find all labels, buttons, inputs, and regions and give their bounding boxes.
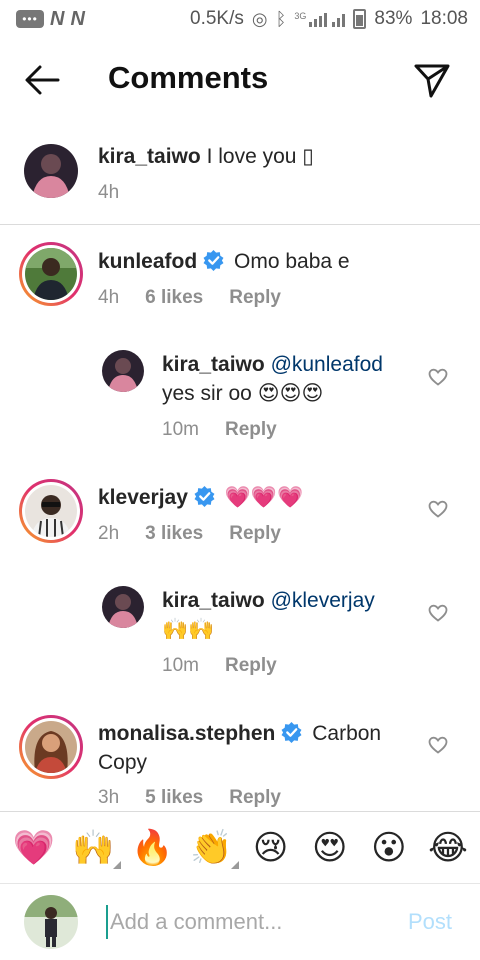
username[interactable]: kira_taiwo (162, 353, 265, 376)
emoji-laugh-button[interactable]: 😂 (426, 831, 470, 865)
skin-tone-indicator (113, 860, 122, 869)
message-icon: ••• (16, 10, 44, 28)
avatar[interactable] (24, 895, 78, 949)
timestamp: 2h (98, 523, 120, 544)
back-arrow-icon[interactable] (22, 62, 62, 98)
bluetooth-icon: ᛒ (275, 8, 287, 29)
avatar[interactable] (102, 586, 144, 628)
reply-button[interactable]: Reply (229, 287, 281, 309)
hotspot-icon: ◎ (251, 8, 268, 29)
caption-text: I love you ▯ (206, 145, 314, 168)
skin-tone-indicator (231, 860, 240, 869)
emoji-clap-button[interactable]: 👏 (189, 827, 240, 869)
page-title: Comments (108, 60, 269, 95)
comment-text-continued: Copy (98, 751, 148, 774)
reply-button[interactable]: Reply (229, 523, 281, 545)
comment-input[interactable] (106, 905, 386, 939)
comment-text: yes sir oo 😍😍😍 (162, 382, 324, 405)
notification-n-icon: N (70, 7, 85, 30)
post-button[interactable]: Post (408, 909, 452, 935)
likes-count[interactable]: 6 likes (145, 287, 203, 309)
battery-level: 83% (374, 8, 413, 29)
timestamp: 10m (162, 419, 199, 440)
likes-count[interactable]: 3 likes (145, 523, 203, 545)
username[interactable]: kleverjay (98, 486, 188, 509)
username[interactable]: kira_taiwo (98, 145, 201, 168)
username[interactable]: kira_taiwo (162, 589, 265, 612)
status-bar: ••• N N 0.5K/s ◎ ᛒ 3G 83% 18:08 (0, 0, 480, 38)
send-icon[interactable] (412, 60, 452, 100)
avatar[interactable] (19, 715, 83, 779)
emoji-sad-button[interactable]: 😢 (249, 831, 293, 865)
emoji-quick-bar: 💗 🙌 🔥 👏 😢 😍 😮 😂 (0, 811, 480, 884)
verified-badge-icon (281, 722, 302, 743)
emoji-glyph: 🙌 (71, 827, 115, 868)
timestamp: 3h (98, 787, 120, 808)
battery-icon (353, 9, 367, 29)
verified-badge-icon (194, 486, 215, 507)
emoji-surprised-button[interactable]: 😮 (367, 831, 411, 865)
likes-count[interactable]: 5 likes (145, 787, 203, 809)
mention-link[interactable]: @kunleafod (271, 353, 383, 376)
emoji-heart-button[interactable]: 💗 (12, 831, 56, 865)
signal-icon: 3G (294, 11, 346, 27)
mention-link[interactable]: @kleverjay (271, 589, 375, 612)
comment: monalisa.stephen Carbon Copy (98, 719, 418, 777)
like-heart-icon[interactable] (428, 368, 448, 386)
post-caption: kira_taiwo I love you ▯ 4h (0, 130, 480, 225)
comment: kunleafod Omo baba e (98, 247, 438, 276)
comment-reply: kira_taiwo @kunleafod yes sir oo 😍😍😍 (162, 350, 422, 408)
clock: 18:08 (420, 8, 468, 29)
comment-text: Carbon (312, 722, 382, 745)
comment-text: Omo baba e (234, 250, 350, 273)
reply-button[interactable]: Reply (229, 787, 281, 809)
comment-reply: kira_taiwo @kleverjay 🙌🙌 (162, 586, 422, 644)
username[interactable]: kunleafod (98, 250, 197, 273)
timestamp: 10m (162, 655, 199, 676)
emoji-raised-hands-button[interactable]: 🙌 (71, 827, 122, 869)
header: Comments (0, 44, 480, 116)
notification-n-icon: N (50, 7, 65, 30)
like-heart-icon[interactable] (428, 736, 448, 754)
emoji-glyph: 👏 (190, 827, 233, 868)
like-heart-icon[interactable] (428, 500, 448, 518)
comment-text: 💗💗💗 (224, 486, 304, 509)
network-type: 3G (294, 11, 307, 21)
timestamp: 4h (98, 182, 120, 203)
verified-badge-icon (203, 250, 224, 271)
comment-text: 🙌🙌 (162, 618, 215, 641)
emoji-fire-button[interactable]: 🔥 (130, 831, 174, 865)
reply-button[interactable]: Reply (225, 655, 277, 677)
emoji-heart-eyes-button[interactable]: 😍 (308, 831, 352, 865)
avatar[interactable] (19, 479, 83, 543)
reply-button[interactable]: Reply (225, 419, 277, 441)
network-speed: 0.5K/s (190, 8, 244, 29)
username[interactable]: monalisa.stephen (98, 722, 275, 745)
like-heart-icon[interactable] (428, 604, 448, 622)
avatar[interactable] (19, 242, 83, 306)
avatar[interactable] (102, 350, 144, 392)
comment-composer: Post (0, 885, 480, 960)
avatar[interactable] (24, 144, 78, 198)
timestamp: 4h (98, 287, 120, 308)
comment: kleverjay 💗💗💗 (98, 483, 438, 512)
